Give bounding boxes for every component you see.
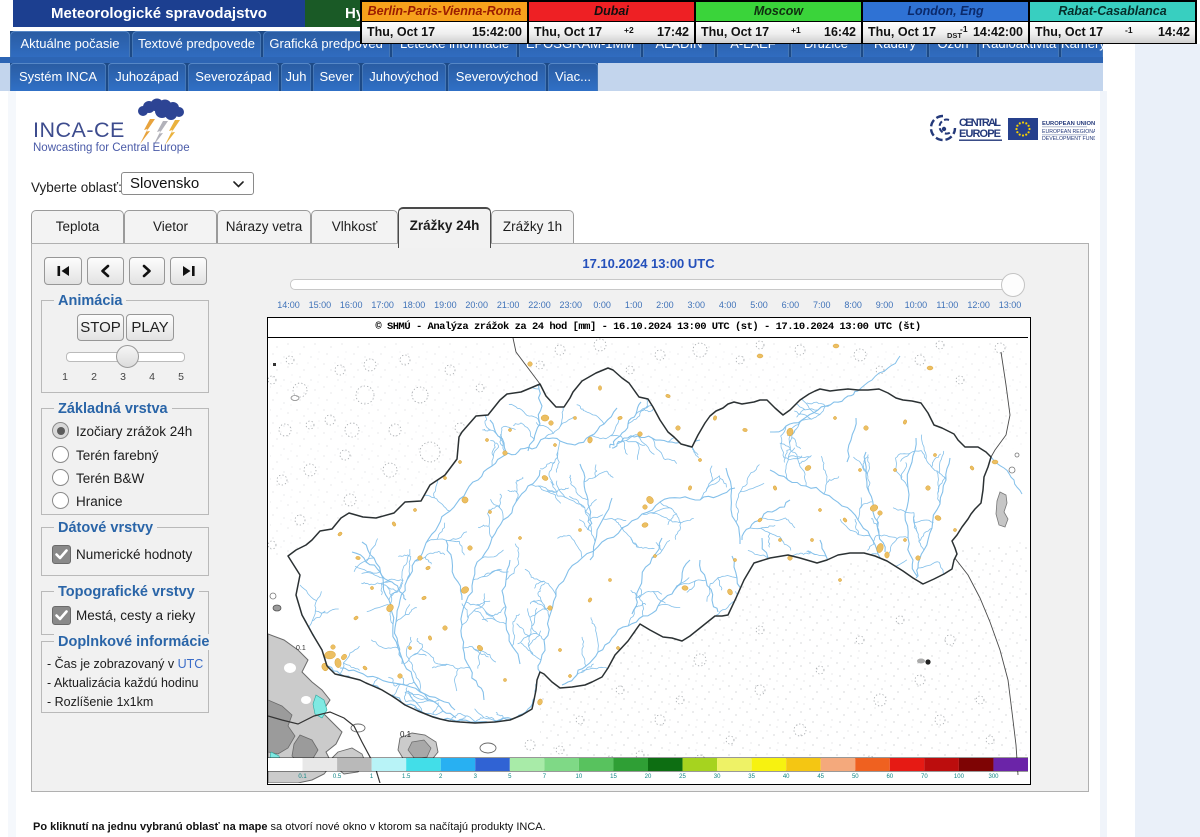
svg-text:100: 100 [954, 774, 965, 780]
svg-text:15: 15 [610, 774, 617, 780]
svg-text:1: 1 [370, 774, 374, 780]
svg-text:35: 35 [748, 774, 755, 780]
svg-text:5: 5 [508, 774, 512, 780]
svg-text:2: 2 [439, 774, 443, 780]
svg-text:0.5: 0.5 [333, 774, 342, 780]
svg-text:10: 10 [576, 774, 583, 780]
svg-text:EUROPE: EUROPE [959, 128, 1001, 140]
svg-text:45: 45 [817, 774, 824, 780]
svg-text:3: 3 [474, 774, 478, 780]
svg-text:0.1: 0.1 [400, 730, 412, 739]
svg-text:60: 60 [886, 774, 893, 780]
svg-text:25: 25 [679, 774, 686, 780]
svg-text:EUROPEAN UNION: EUROPEAN UNION [1042, 121, 1095, 127]
svg-text:1.5: 1.5 [402, 774, 411, 780]
svg-text:30: 30 [714, 774, 721, 780]
svg-text:50: 50 [852, 774, 859, 780]
svg-text:EUROPEAN REGIONAL: EUROPEAN REGIONAL [1042, 129, 1095, 135]
svg-text:7: 7 [543, 774, 547, 780]
svg-text:40: 40 [783, 774, 790, 780]
svg-text:300: 300 [988, 774, 999, 780]
svg-text:0.1: 0.1 [298, 774, 307, 780]
svg-text:DEVELOPMENT FUND: DEVELOPMENT FUND [1042, 136, 1095, 142]
svg-text:0.1: 0.1 [296, 645, 306, 652]
svg-text:20: 20 [645, 774, 652, 780]
svg-text:70: 70 [921, 774, 928, 780]
